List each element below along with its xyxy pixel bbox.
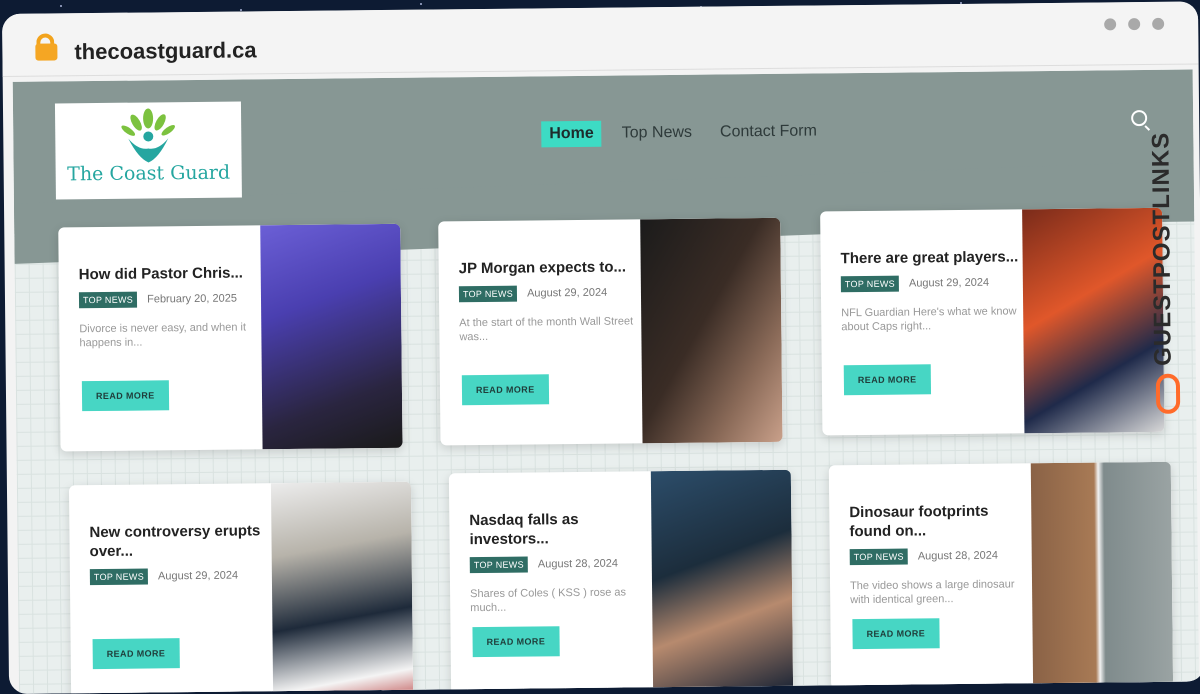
browser-window: thecoastguard.ca The Coast Guard Home To… (2, 1, 1200, 694)
read-more-button[interactable]: READ MORE (843, 364, 931, 396)
card-title[interactable]: JP Morgan expects to... (459, 257, 639, 278)
category-tag[interactable]: TOP NEWS (840, 275, 900, 293)
star (420, 3, 422, 5)
news-card[interactable]: How did Pastor Chris... TOP NEWS Februar… (58, 223, 403, 452)
window-dot-icon (1152, 17, 1165, 30)
leaf-hands-icon (118, 108, 179, 165)
post-date: August 29, 2024 (526, 286, 608, 300)
card-title[interactable]: There are great players... (841, 247, 1021, 268)
window-dot-icon (1128, 18, 1141, 31)
url-text[interactable]: thecoastguard.ca (74, 37, 256, 65)
read-more-button[interactable]: READ MORE (81, 380, 169, 412)
address-bar[interactable]: thecoastguard.ca (2, 1, 1199, 77)
card-title[interactable]: Dinosaur footprints found on... (849, 501, 1029, 541)
site-logo[interactable]: The Coast Guard (54, 101, 242, 200)
watermark-text: GUESTPOSTLINKS (1147, 131, 1177, 367)
card-excerpt: The video shows a large dinosaur with id… (849, 578, 1015, 607)
nav-contact-form[interactable]: Contact Form (712, 118, 825, 145)
category-tag[interactable]: TOP NEWS (78, 291, 138, 309)
card-image[interactable] (270, 481, 414, 694)
window-dot-icon (1104, 18, 1117, 31)
post-date: August 29, 2024 (157, 569, 239, 583)
card-title[interactable]: How did Pastor Chris... (79, 263, 259, 284)
card-image[interactable] (1030, 461, 1174, 688)
post-date: August 29, 2024 (908, 276, 990, 290)
card-excerpt: At the start of the month Wall Street wa… (459, 315, 634, 344)
link-icon (1155, 373, 1181, 414)
card-image[interactable] (650, 469, 794, 694)
nav-top-news[interactable]: Top News (614, 120, 701, 147)
category-tag[interactable]: TOP NEWS (849, 548, 908, 566)
read-more-button[interactable]: READ MORE (472, 626, 560, 658)
nav-home[interactable]: Home (541, 120, 602, 148)
read-more-button[interactable]: READ MORE (852, 618, 940, 650)
card-title[interactable]: Nasdaq falls as investors... (469, 509, 649, 549)
read-more-button[interactable]: READ MORE (461, 374, 549, 406)
card-image[interactable] (640, 217, 783, 444)
card-excerpt: Shares of Coles ( KSS ) rose as much... (470, 586, 627, 615)
logo-text: The Coast Guard (67, 161, 231, 186)
category-tag[interactable]: TOP NEWS (89, 568, 149, 586)
post-date: February 20, 2025 (147, 292, 238, 306)
post-date: August 28, 2024 (917, 549, 998, 563)
news-card[interactable]: New controversy erupts over... TOP NEWS … (68, 481, 414, 694)
news-card[interactable]: JP Morgan expects to... TOP NEWS August … (438, 217, 783, 446)
news-card[interactable]: Nasdaq falls as investors... TOP NEWS Au… (448, 469, 794, 694)
card-excerpt (90, 597, 270, 599)
category-tag[interactable]: TOP NEWS (469, 556, 528, 574)
news-card[interactable]: There are great players... TOP NEWS Augu… (820, 207, 1165, 436)
watermark: GUESTPOSTLINKS (1147, 126, 1190, 426)
category-tag[interactable]: TOP NEWS (458, 285, 518, 303)
card-title[interactable]: New controversy erupts over... (89, 521, 269, 561)
read-more-button[interactable]: READ MORE (92, 638, 180, 670)
card-excerpt: NFL Guardian Here's what we know about C… (841, 305, 1017, 334)
card-excerpt: Divorce is never easy, and when it happe… (79, 321, 247, 350)
post-date: August 28, 2024 (537, 557, 619, 571)
page-viewport: The Coast Guard Home Top News Contact Fo… (12, 69, 1200, 694)
search-icon[interactable] (1131, 110, 1148, 127)
star (60, 5, 62, 7)
news-card[interactable]: Dinosaur footprints found on... TOP NEWS… (828, 461, 1174, 690)
card-image[interactable] (1022, 207, 1165, 434)
main-nav: Home Top News Contact Form (541, 118, 825, 148)
window-controls (1104, 17, 1165, 31)
card-image[interactable] (260, 223, 403, 450)
